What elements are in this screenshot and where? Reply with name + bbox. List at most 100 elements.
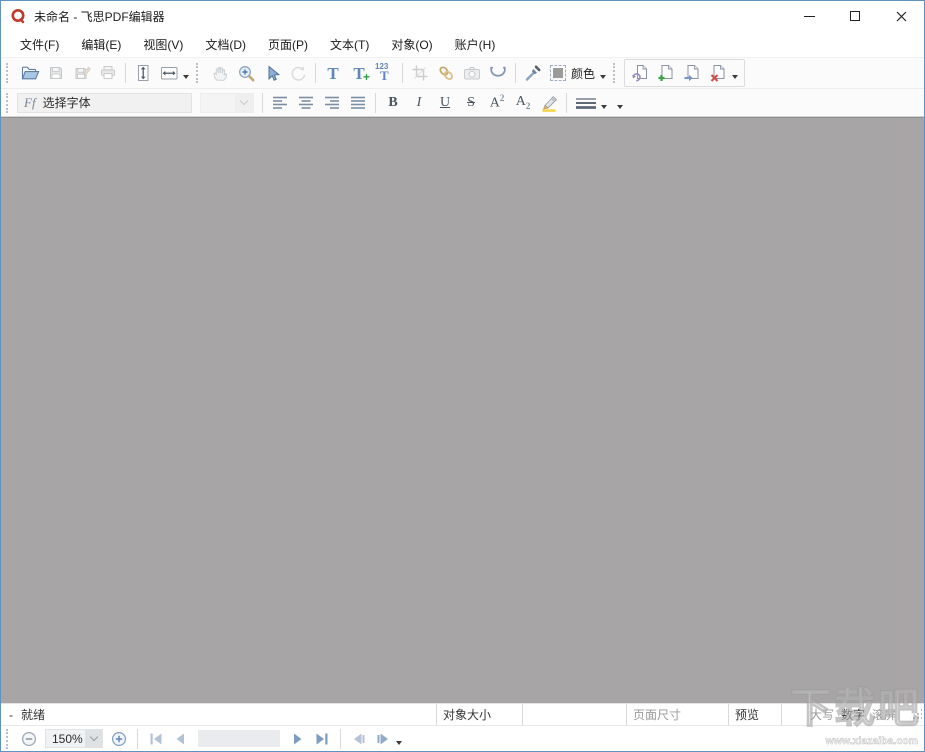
close-icon — [896, 11, 907, 22]
document-canvas — [1, 117, 924, 703]
save-button[interactable] — [43, 61, 69, 85]
minimize-button[interactable] — [786, 1, 832, 31]
next-view-button[interactable] — [371, 728, 395, 750]
underline-icon: U — [440, 96, 450, 110]
extract-page-button[interactable] — [679, 61, 705, 85]
delete-page-button[interactable] — [705, 61, 731, 85]
align-right-button[interactable] — [319, 91, 345, 115]
toolbar-grip[interactable] — [6, 729, 11, 749]
curve-tool-button[interactable] — [485, 61, 511, 85]
line-style-button[interactable] — [571, 91, 611, 115]
zoom-dropdown-icon — [85, 730, 102, 747]
strikethrough-button[interactable]: S — [458, 91, 484, 115]
app-logo-icon — [10, 8, 26, 24]
previous-page-button[interactable] — [168, 728, 192, 750]
open-button[interactable] — [17, 61, 43, 85]
toolbar-grip[interactable] — [613, 63, 618, 83]
align-left-button[interactable] — [267, 91, 293, 115]
bold-icon: B — [388, 96, 397, 110]
fit-width-button[interactable] — [156, 61, 182, 85]
zoom-level-value: 150% — [46, 732, 85, 746]
zoom-level-selector[interactable]: 150% — [45, 729, 103, 748]
italic-button[interactable]: I — [406, 91, 432, 115]
menu-text[interactable]: 文本(T) — [319, 31, 380, 57]
page-tools-dropdown-icon[interactable] — [732, 75, 738, 79]
bold-button[interactable]: B — [380, 91, 406, 115]
eyedropper-button[interactable] — [520, 61, 546, 85]
caps-lock-indicator: 大写 — [810, 706, 834, 723]
format-overflow-dropdown-icon[interactable] — [617, 105, 623, 109]
next-view-icon — [375, 732, 391, 746]
menu-object[interactable]: 对象(O) — [380, 31, 443, 57]
previous-view-button[interactable] — [347, 728, 371, 750]
color-label: 颜色 — [571, 65, 595, 82]
text-numbering-button[interactable]: 123 T — [372, 61, 398, 85]
eyedropper-icon — [524, 64, 542, 82]
status-ready-text: 就绪 — [21, 706, 45, 723]
toolbar-separator — [125, 63, 126, 83]
save-as-button[interactable] — [69, 61, 95, 85]
menu-file[interactable]: 文件(F) — [9, 31, 70, 57]
subscript-button[interactable]: A2 — [510, 91, 536, 115]
color-swatch-icon — [550, 65, 566, 81]
menu-edit[interactable]: 编辑(E) — [70, 31, 132, 57]
toolbar-grip[interactable] — [6, 93, 11, 113]
toolbar-grip[interactable] — [196, 63, 201, 83]
font-size-selector[interactable] — [200, 93, 254, 113]
align-center-button[interactable] — [293, 91, 319, 115]
text-tool-button[interactable]: T — [320, 61, 346, 85]
last-page-icon — [314, 732, 330, 746]
replace-pages-button[interactable] — [627, 61, 653, 85]
fit-width-icon — [160, 65, 179, 81]
main-toolbar: T T + 123 T — [1, 58, 924, 89]
zoom-in-button[interactable] — [107, 728, 131, 750]
highlighter-icon — [540, 94, 558, 112]
page-number-input[interactable] — [198, 730, 280, 747]
menu-account[interactable]: 账户(H) — [444, 31, 507, 57]
toolbar-separator — [262, 93, 263, 113]
status-preview-panel[interactable]: 预览 — [728, 704, 781, 725]
hand-tool-button[interactable] — [207, 61, 233, 85]
font-selector[interactable]: Ff 选择字体 — [17, 93, 192, 113]
zoom-tool-button[interactable] — [233, 61, 259, 85]
crop-tool-button[interactable] — [407, 61, 433, 85]
color-button[interactable]: 颜色 — [546, 61, 599, 85]
preview-label: 预览 — [735, 706, 759, 723]
zoom-out-button[interactable] — [17, 728, 41, 750]
superscript-button[interactable]: A2 — [484, 91, 510, 115]
toolbar-separator — [315, 63, 316, 83]
toolbar-grip[interactable] — [6, 63, 11, 83]
menu-page[interactable]: 页面(P) — [257, 31, 319, 57]
resize-grip[interactable] — [908, 708, 922, 722]
fit-height-button[interactable] — [130, 61, 156, 85]
nav-overflow-dropdown-icon[interactable] — [396, 741, 402, 745]
insert-page-button[interactable] — [653, 61, 679, 85]
menu-view[interactable]: 视图(V) — [132, 31, 194, 57]
link-tool-button[interactable] — [433, 61, 459, 85]
close-button[interactable] — [878, 1, 924, 31]
next-page-button[interactable] — [286, 728, 310, 750]
text-tool-icon: T — [327, 65, 338, 82]
fit-options-dropdown-icon[interactable] — [183, 75, 189, 79]
print-button[interactable] — [95, 61, 121, 85]
toolbar-separator — [137, 729, 138, 749]
app-window: 未命名 - 飞思PDF编辑器 文件(F) 编辑(E) 视图(V) 文档(D) 页… — [0, 0, 925, 752]
title-bar[interactable]: 未命名 - 飞思PDF编辑器 — [1, 1, 924, 31]
toolbar-separator — [566, 93, 567, 113]
add-text-button[interactable]: T + — [346, 61, 372, 85]
highlight-button[interactable] — [536, 91, 562, 115]
select-tool-button[interactable] — [259, 61, 285, 85]
color-dropdown-icon[interactable] — [600, 75, 606, 79]
fit-height-icon — [135, 64, 151, 82]
link-icon — [437, 64, 455, 82]
subscript-icon: A2 — [516, 95, 531, 111]
maximize-button[interactable] — [832, 1, 878, 31]
status-object-size-panel: 对象大小 — [436, 704, 522, 725]
align-justify-button[interactable] — [345, 91, 371, 115]
snapshot-button[interactable] — [459, 61, 485, 85]
underline-button[interactable]: U — [432, 91, 458, 115]
first-page-button[interactable] — [144, 728, 168, 750]
rotate-tool-button[interactable] — [285, 61, 311, 85]
menu-document[interactable]: 文档(D) — [194, 31, 257, 57]
last-page-button[interactable] — [310, 728, 334, 750]
